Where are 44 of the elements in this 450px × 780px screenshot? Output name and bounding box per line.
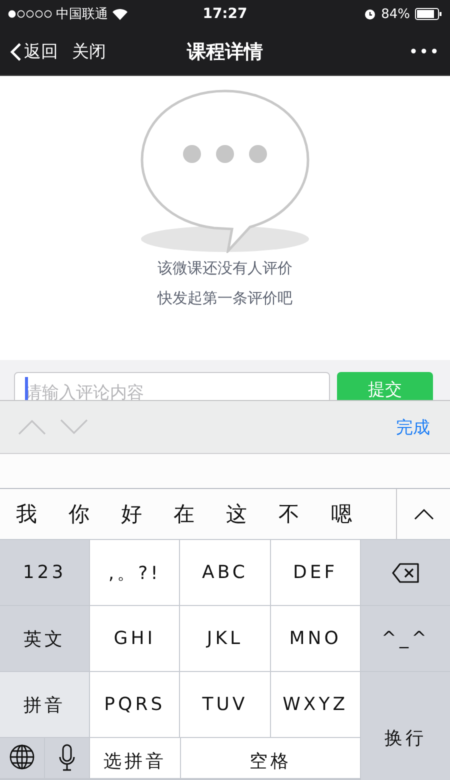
close-button[interactable]: 关闭 — [72, 40, 106, 63]
keyboard-key[interactable]: 英文 — [0, 606, 89, 671]
microphone-key[interactable] — [45, 738, 89, 778]
keyboard-key[interactable]: ,。?! — [90, 540, 180, 605]
carrier-name: 中国联通 — [56, 6, 108, 23]
signal-icon — [8, 10, 52, 18]
candidate-word[interactable]: 不 — [262, 500, 315, 528]
chevron-left-icon — [10, 42, 22, 62]
page-title: 课程详情 — [187, 40, 263, 64]
candidate-word[interactable]: 这 — [210, 500, 262, 528]
more-button[interactable]: ••• — [408, 42, 440, 61]
clock-time: 17:27 — [202, 6, 248, 22]
keyboard-key[interactable]: MNO — [270, 606, 360, 671]
wifi-icon — [112, 8, 128, 20]
keyboard-key[interactable]: WXYZ — [270, 672, 360, 737]
microphone-icon — [59, 744, 75, 772]
keyboard-key[interactable]: TUV — [180, 672, 270, 737]
battery-icon — [415, 8, 442, 20]
chevron-up-icon — [414, 508, 434, 520]
keyboard-key[interactable]: ^_^ — [361, 606, 450, 671]
keyboard-key[interactable]: JKL — [180, 606, 270, 671]
empty-message: 快发起第一条评价吧 — [158, 288, 292, 309]
keyboard-key[interactable]: 空格 — [180, 738, 360, 778]
candidate-word[interactable]: 好 — [105, 500, 158, 528]
back-button[interactable]: 返回 — [10, 40, 58, 63]
candidate-word[interactable]: 嗯 — [315, 500, 368, 528]
keyboard-key[interactable]: GHI — [90, 606, 180, 671]
backspace-icon — [392, 562, 420, 582]
keyboard-key[interactable]: 选拼音 — [90, 738, 180, 778]
keyboard-key[interactable]: 拼音 — [0, 672, 89, 737]
keyboard-key[interactable]: 换行 — [361, 672, 450, 780]
alarm-clock-icon — [364, 8, 376, 20]
keyboard-key[interactable]: DEF — [270, 540, 360, 605]
keyboard-key[interactable]: PQRS — [90, 672, 180, 737]
keyboard-key[interactable]: 123 — [0, 540, 89, 605]
battery-percent: 84% — [381, 6, 410, 22]
backspace-key[interactable] — [361, 540, 450, 605]
globe-icon — [9, 744, 35, 770]
candidate-word[interactable]: 在 — [158, 500, 210, 528]
keyboard-key[interactable]: ABC — [180, 540, 270, 605]
globe-key[interactable] — [0, 738, 44, 778]
candidate-word[interactable]: 你 — [52, 500, 105, 528]
candidate-word[interactable]: 我 — [0, 500, 52, 528]
empty-message: 该微课还没有人评价 — [158, 258, 292, 279]
